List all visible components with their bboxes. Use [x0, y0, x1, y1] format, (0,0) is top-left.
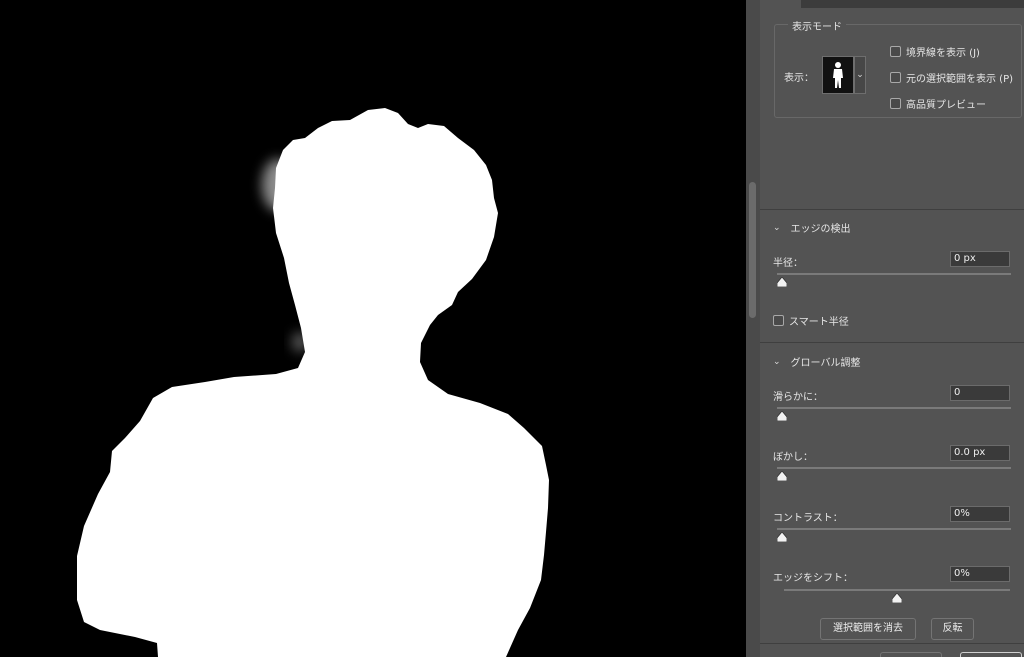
show-edge-label: 境界線を表示 (J) [906, 48, 980, 59]
chevron-down-icon[interactable]: ⌄ [854, 56, 866, 94]
ok-button-partial[interactable] [960, 652, 1022, 657]
shift-edge-input[interactable]: 0% [950, 566, 1010, 582]
radius-label: 半径： [773, 258, 803, 269]
feather-label: ぼかし： [773, 452, 813, 463]
refine-edge-panel: 表示モード 表示： ⌄ 境界線を表示 (J) 元の選択範囲を表示 (P) 高品質… [746, 0, 1024, 657]
bottom-divider [760, 643, 1024, 644]
chevron-down-icon[interactable]: ⌄ [773, 223, 781, 233]
contrast-label: コントラスト： [773, 513, 843, 524]
high-quality-preview-checkbox[interactable] [890, 98, 901, 109]
mask-preview-canvas[interactable] [0, 0, 746, 657]
radius-input[interactable]: 0 px [950, 251, 1010, 267]
radius-slider-track[interactable] [777, 273, 1011, 275]
section-divider [760, 209, 1024, 210]
top-strip [801, 0, 1024, 8]
person-silhouette [77, 108, 549, 657]
show-edge-option[interactable]: 境界線を表示 (J) [890, 44, 980, 59]
shift-edge-slider-knob[interactable] [892, 593, 902, 603]
section-divider [760, 342, 1024, 343]
feather-input[interactable]: 0.0 px [950, 445, 1010, 461]
contrast-slider-knob[interactable] [777, 532, 787, 542]
smooth-slider-track[interactable] [777, 407, 1011, 409]
shift-edge-slider-track[interactable] [784, 589, 1010, 591]
view-label: 表示： [784, 73, 814, 84]
smart-radius-checkbox[interactable] [773, 315, 784, 326]
show-original-checkbox[interactable] [890, 72, 901, 83]
view-mode-legend: 表示モード [788, 18, 846, 33]
contrast-input[interactable]: 0% [950, 506, 1010, 522]
feather-slider-knob[interactable] [777, 471, 787, 481]
show-edge-checkbox[interactable] [890, 46, 901, 57]
cancel-button-partial[interactable] [880, 652, 942, 657]
scrollbar-thumb[interactable] [749, 182, 756, 318]
smooth-input[interactable]: 0 [950, 385, 1010, 401]
clear-selection-button[interactable]: 選択範囲を消去 [820, 618, 916, 640]
show-original-label: 元の選択範囲を表示 (P) [906, 74, 1014, 85]
smooth-slider-knob[interactable] [777, 411, 787, 421]
invert-button[interactable]: 反転 [931, 618, 974, 640]
chevron-down-icon[interactable]: ⌄ [773, 357, 781, 367]
smooth-label: 滑らかに： [773, 392, 823, 403]
person-mask [77, 108, 549, 657]
panel-scrollbar[interactable] [746, 0, 760, 657]
person-silhouette-icon [833, 62, 843, 88]
radius-slider-knob[interactable] [777, 277, 787, 287]
high-quality-preview-label: 高品質プレビュー [906, 100, 986, 111]
show-original-option[interactable]: 元の選択範囲を表示 (P) [890, 70, 1013, 85]
edge-detection-title: エッジの検出 [790, 224, 851, 235]
edge-detection-header[interactable]: ⌄ エッジの検出 [773, 220, 851, 236]
global-refine-header[interactable]: ⌄ グローバル調整 [773, 354, 861, 370]
smart-radius-label: スマート半径 [789, 317, 849, 328]
smart-radius-option[interactable]: スマート半径 [773, 313, 849, 328]
global-refine-title: グローバル調整 [790, 358, 861, 369]
view-thumbnail[interactable] [822, 56, 854, 94]
contrast-slider-track[interactable] [777, 528, 1011, 530]
shift-edge-label: エッジをシフト： [773, 573, 853, 584]
high-quality-preview-option[interactable]: 高品質プレビュー [890, 96, 986, 111]
feather-slider-track[interactable] [777, 467, 1011, 469]
